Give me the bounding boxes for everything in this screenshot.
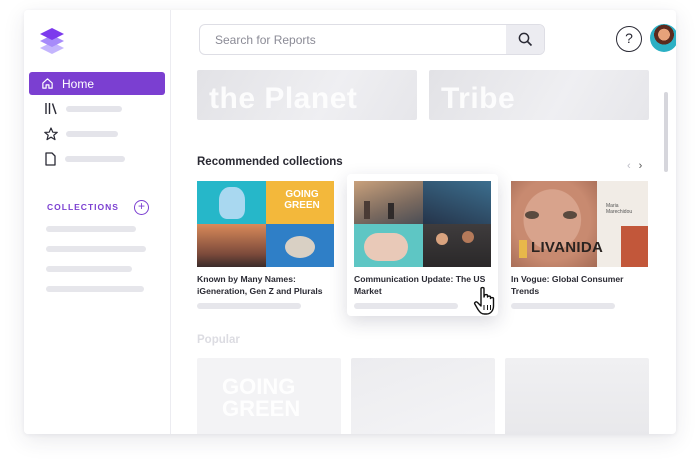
avatar[interactable]: [650, 24, 676, 52]
sidebar-item-placeholder: [65, 156, 125, 162]
sidebar-item-documents[interactable]: [44, 152, 125, 166]
sidebar-item-placeholder: [66, 131, 118, 137]
popular-card[interactable]: GOING GREEN: [197, 358, 341, 434]
banner-title: the Planet: [209, 82, 358, 115]
featured-banner[interactable]: Tribe: [429, 70, 649, 120]
add-collection-icon[interactable]: +: [134, 200, 149, 215]
card-thumbnail: [354, 181, 491, 267]
collection-card[interactable]: Maria Marechidou LIVANIDA In Vogue: Glob…: [511, 181, 648, 309]
search-button[interactable]: [506, 25, 544, 54]
section-title-recommended: Recommended collections: [197, 156, 343, 168]
home-icon: [42, 78, 53, 89]
sidebar-item-label: Home: [62, 76, 95, 91]
card-art-text: GOING GREEN: [284, 189, 320, 211]
card-art-text: LIVANIDA: [531, 239, 604, 256]
sidebar-item-favorites[interactable]: [44, 127, 118, 141]
collection-card[interactable]: GOING GREEN Known by Many Names: iGenera…: [197, 181, 334, 309]
help-button[interactable]: ?: [616, 26, 642, 52]
sidebar-item-placeholder: [66, 105, 122, 112]
top-bar: ? ▾: [171, 10, 676, 62]
banner-title: Tribe: [441, 82, 516, 115]
section-title-popular: Popular: [197, 334, 240, 346]
popular-card[interactable]: [505, 358, 649, 434]
collection-item-placeholder[interactable]: [46, 226, 136, 232]
featured-banner[interactable]: the Planet: [197, 70, 417, 120]
sidebar: Home COLLECTIONS +: [24, 10, 171, 434]
hand-cursor-icon: [473, 286, 499, 321]
search-input[interactable]: [200, 25, 500, 54]
main-content: the Planet Tribe Recommended collections…: [171, 62, 676, 434]
card-meta-placeholder: [354, 303, 458, 309]
card-title: Communication Update: The US Market: [354, 274, 486, 296]
card-thumbnail: GOING GREEN: [197, 181, 334, 267]
card-art-tag: Maria Marechidou: [606, 203, 633, 215]
carousel-arrows: ‹›: [627, 160, 650, 172]
collection-item-placeholder[interactable]: [46, 286, 144, 292]
search-box: [199, 24, 545, 55]
card-meta-placeholder: [197, 303, 301, 309]
card-title: Known by Many Names: iGeneration, Gen Z …: [197, 274, 323, 296]
search-icon: [518, 32, 532, 47]
sidebar-item-home[interactable]: Home: [29, 72, 165, 95]
app-window: Home COLLECTIONS + Search for Reports ? …: [24, 10, 676, 434]
card-thumbnail: Maria Marechidou LIVANIDA: [511, 181, 648, 267]
card-title: In Vogue: Global Consumer Trends: [511, 274, 624, 296]
scrollbar[interactable]: [664, 92, 668, 172]
library-icon: [45, 103, 57, 115]
chevron-left-icon[interactable]: ‹: [627, 160, 639, 172]
card-art-text: GOING GREEN: [222, 374, 301, 421]
collection-item-placeholder[interactable]: [46, 266, 132, 272]
collection-item-placeholder[interactable]: [46, 246, 146, 252]
star-icon: [44, 127, 58, 141]
chevron-right-icon[interactable]: ›: [639, 160, 651, 172]
card-meta-placeholder: [511, 303, 615, 309]
popular-card[interactable]: [351, 358, 495, 434]
sidebar-item-library[interactable]: [44, 102, 122, 115]
app-logo-icon[interactable]: [38, 26, 66, 59]
document-icon: [45, 152, 56, 166]
collections-heading: COLLECTIONS: [47, 202, 119, 212]
